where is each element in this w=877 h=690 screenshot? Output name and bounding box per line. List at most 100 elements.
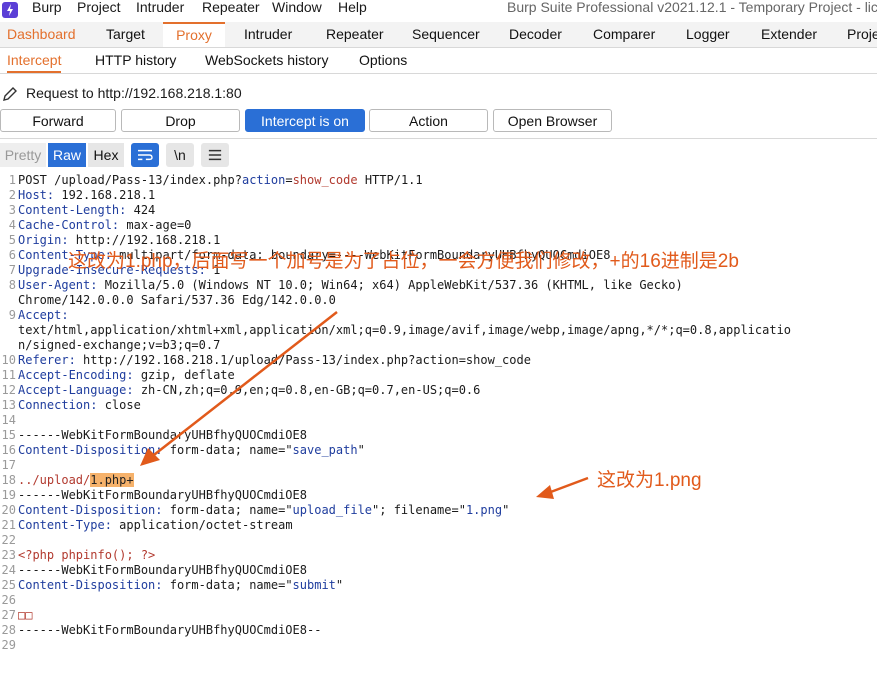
code-line: text/html,application/xhtml+xml,applicat… [18,323,791,337]
code-token: "; filename=" [372,503,466,517]
line-number: 18 [1,473,16,487]
code-token: POST /upload/Pass-13/index.php? [18,173,242,187]
code-line: Connection: close [18,398,141,412]
burp-logo-icon [2,2,18,18]
menu-help[interactable]: Help [338,0,367,22]
tab-sequencer[interactable]: Sequencer [412,22,480,47]
line-number: 14 [1,413,16,427]
tab-intruder[interactable]: Intruder [244,22,292,47]
drop-button[interactable]: Drop [121,109,240,132]
line-number: 9 [8,308,16,322]
tab-websockets-history[interactable]: WebSockets history [205,48,328,73]
menu-repeater[interactable]: Repeater [202,0,260,22]
tab-project-options[interactable]: Proje [847,22,877,47]
code-line: Content-Disposition: form-data; name="sa… [18,443,365,457]
code-token: Origin: [18,233,76,247]
code-token: 1.php+ [90,473,134,487]
menu-intruder[interactable]: Intruder [136,0,184,22]
menu-project[interactable]: Project [77,0,121,22]
tab-proxy[interactable]: Proxy [163,22,225,47]
code-token: application/octet-stream [119,518,293,532]
code-line: Content-Disposition: form-data; name="su… [18,578,343,592]
tab-decoder[interactable]: Decoder [509,22,562,47]
tab-http-history[interactable]: HTTP history [95,48,176,73]
open-browser-button[interactable]: Open Browser [493,109,612,132]
code-token: show_code [292,173,358,187]
line-number: 1 [8,173,16,187]
line-number: 7 [8,263,16,277]
code-token: ------WebKitFormBoundaryUHBfhyQUOCmdiOE8… [18,623,322,637]
tab-comparer[interactable]: Comparer [593,22,655,47]
code-line: ------WebKitFormBoundaryUHBfhyQUOCmdiOE8 [18,563,307,577]
code-token: = [285,173,293,187]
code-token: Content-Type: [18,518,120,532]
code-token: save_path [292,443,358,457]
code-token: Accept-Encoding: [18,368,141,382]
code-line: Accept-Encoding: gzip, deflate [18,368,235,382]
code-token: n/signed-exchange;v=b3;q=0.7 [18,338,221,352]
code-line: Chrome/142.0.0.0 Safari/537.36 Edg/142.0… [18,293,336,307]
code-line: n/signed-exchange;v=b3;q=0.7 [18,338,220,352]
code-token: <?php phpinfo(); ?> [18,548,156,562]
pretty-tab[interactable]: Pretty [0,143,46,167]
code-line: Content-Disposition: form-data; name="up… [18,503,509,517]
tab-dashboard[interactable]: Dashboard [7,22,76,47]
menu-burp[interactable]: Burp [32,0,62,22]
hex-tab[interactable]: Hex [88,143,124,167]
code-token: max-age=0 [126,218,192,232]
code-line: Accept: [18,308,69,322]
code-token: " [357,443,365,457]
line-number: 21 [1,518,16,532]
line-number: 15 [1,428,16,442]
request-target-label: Request to http://192.168.218.1:80 [26,85,242,101]
code-token: Content-Disposition: [18,503,170,517]
tab-extender[interactable]: Extender [761,22,817,47]
word-wrap-icon[interactable] [131,143,159,167]
code-line: Accept-Language: zh-CN,zh;q=0.9,en;q=0.8… [18,383,480,397]
show-newlines-icon[interactable]: \n [166,143,194,167]
code-token: HTTP/1.1 [357,173,423,187]
main-tab-bar: Dashboard Target Proxy Intruder Repeater… [0,22,877,48]
menu-window[interactable]: Window [272,0,322,22]
line-number: 19 [1,488,16,502]
code-token: form-data; name=" [169,503,293,517]
code-token: □□ [18,608,33,622]
tab-intercept[interactable]: Intercept [7,48,62,73]
code-line: <?php phpinfo(); ?> [18,548,155,562]
line-number: 12 [1,383,16,397]
code-token: Referer: [18,353,84,367]
code-line: User-Agent: Mozilla/5.0 (Windows NT 10.0… [18,278,683,292]
intercept-toggle-button[interactable]: Intercept is on [245,109,365,132]
tab-target[interactable]: Target [106,22,145,47]
line-number: 16 [1,443,16,457]
code-token: upload_file [292,503,373,517]
code-token: Accept-Language: [18,383,141,397]
action-button[interactable]: Action [369,109,488,132]
forward-button[interactable]: Forward [0,109,116,132]
line-number: 26 [1,593,16,607]
code-token: text/html,application/xhtml+xml,applicat… [18,323,792,337]
line-number: 28 [1,623,16,637]
menu-lines-icon[interactable] [201,143,229,167]
code-token: Connection: [18,398,105,412]
code-line: ------WebKitFormBoundaryUHBfhyQUOCmdiOE8 [18,428,307,442]
annotation-change-to-png: 这改为1.png [597,470,702,491]
code-line: Content-Length: 424 [18,203,155,217]
code-token: http://192.168.218.1 [75,233,221,247]
tab-repeater[interactable]: Repeater [326,22,384,47]
proxy-sub-tab-bar: Intercept HTTP history WebSockets histor… [0,48,877,74]
line-number: 27 [1,608,16,622]
line-number: 11 [1,368,16,382]
raw-tab[interactable]: Raw [48,143,86,167]
code-token: Content-Length: [18,203,134,217]
line-number: 3 [8,203,16,217]
window-title: Burp Suite Professional v2021.12.1 - Tem… [507,0,877,15]
code-token: Chrome/142.0.0.0 Safari/537.36 Edg/142.0… [18,293,336,307]
code-line: □□ [18,608,32,622]
tab-logger[interactable]: Logger [686,22,730,47]
annotation-change-to-php: 这改为1.php，后面写一个加号是为了占位，一会方便我们修改，+的16进制是2b [68,251,739,272]
code-token: ../upload/ [18,473,91,487]
code-line: Referer: http://192.168.218.1/upload/Pas… [18,353,531,367]
code-token: close [104,398,141,412]
tab-options[interactable]: Options [359,48,407,73]
